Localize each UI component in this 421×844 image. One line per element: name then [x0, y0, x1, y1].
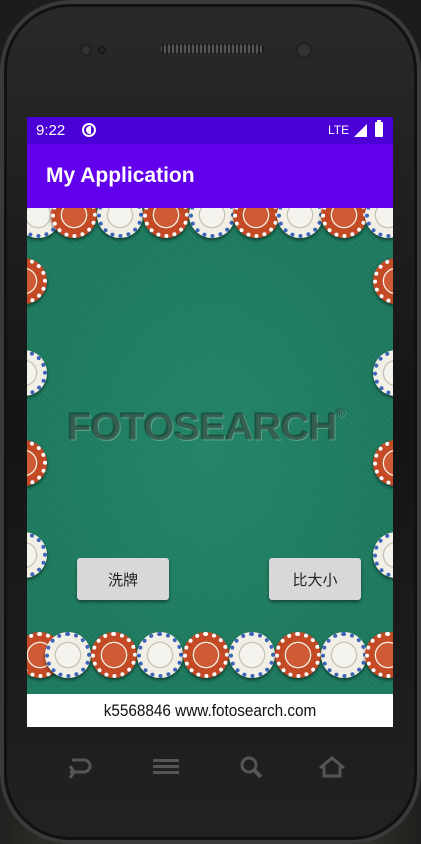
- poker-chip: [189, 208, 235, 238]
- status-time: 9:22: [36, 122, 66, 139]
- device-screen: 9:22 LTE My Application FOTOSEARCH® 洗牌 比…: [27, 117, 393, 727]
- poker-chip: [51, 208, 97, 238]
- poker-chip: [27, 258, 47, 304]
- poker-chip: [321, 632, 367, 678]
- poker-chip: [321, 208, 367, 238]
- poker-chip: [373, 258, 393, 304]
- poker-chip: [183, 632, 229, 678]
- poker-chip: [45, 632, 91, 678]
- registered-mark: ®: [336, 406, 345, 420]
- network-type: LTE: [328, 123, 350, 137]
- watermark-text: FOTOSEARCH: [67, 406, 337, 448]
- poker-chip: [373, 532, 393, 578]
- phone-frame: 9:22 LTE My Application FOTOSEARCH® 洗牌 比…: [0, 0, 421, 844]
- battery-icon: [375, 120, 383, 137]
- poker-table-background: FOTOSEARCH® 洗牌 比大小: [27, 208, 393, 694]
- home-icon[interactable]: [317, 754, 347, 780]
- poker-chip: [97, 208, 143, 238]
- image-caption: k5568846 www.fotosearch.com: [45, 694, 375, 727]
- sensor-icon: [98, 46, 106, 54]
- compare-button[interactable]: 比大小: [269, 558, 361, 600]
- poker-chip: [27, 350, 47, 396]
- app-title: My Application: [46, 164, 195, 187]
- signal-icon: [354, 124, 367, 137]
- poker-chip: [373, 440, 393, 486]
- poker-chip: [229, 632, 275, 678]
- sensor-icon: [80, 44, 92, 56]
- watermark: FOTOSEARCH®: [67, 406, 357, 449]
- poker-chip: [365, 208, 393, 238]
- search-icon[interactable]: [237, 754, 267, 780]
- front-camera-icon: [296, 42, 312, 58]
- shuffle-button[interactable]: 洗牌: [77, 558, 169, 600]
- poker-chip: [277, 208, 323, 238]
- poker-chip: [137, 632, 183, 678]
- poker-chip: [373, 350, 393, 396]
- navigation-bar: [27, 742, 393, 792]
- back-icon[interactable]: [64, 754, 94, 780]
- poker-chip: [143, 208, 189, 238]
- poker-chip: [365, 632, 393, 678]
- app-bar: My Application: [27, 144, 393, 208]
- earpiece-speaker: [160, 44, 264, 54]
- poker-chip: [91, 632, 137, 678]
- data-saver-icon: [82, 123, 96, 137]
- poker-chip: [275, 632, 321, 678]
- menu-icon[interactable]: [151, 754, 181, 780]
- poker-chip: [27, 532, 47, 578]
- status-bar: 9:22 LTE: [27, 117, 393, 144]
- poker-chip: [27, 440, 47, 486]
- poker-chip: [233, 208, 279, 238]
